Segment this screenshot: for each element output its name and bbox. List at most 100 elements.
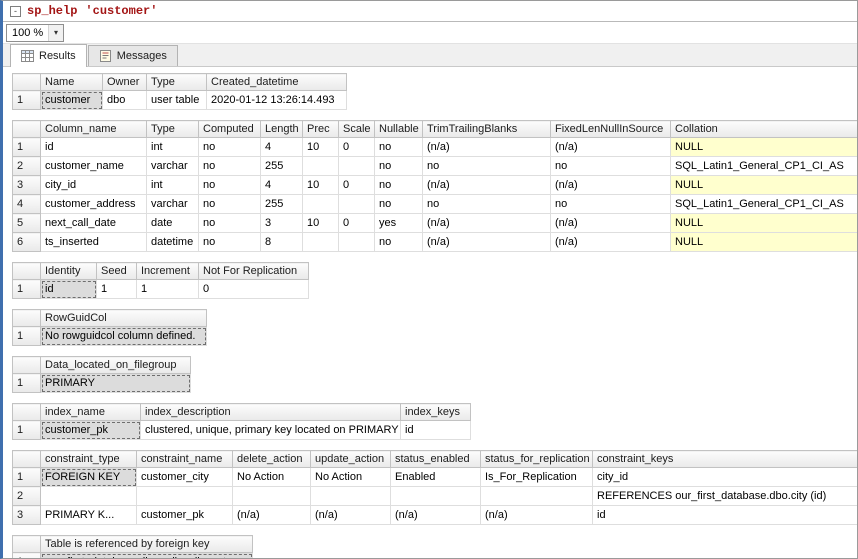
grid-cell[interactable]: Is_For_Replication [481, 468, 593, 487]
row-number[interactable]: 1 [13, 553, 41, 559]
grid-cell[interactable]: int [147, 138, 199, 157]
grid-cell[interactable]: id [41, 280, 97, 299]
column-header[interactable]: status_enabled [391, 451, 481, 468]
grid-cell[interactable]: (n/a) [423, 233, 551, 252]
grid-cell[interactable] [391, 487, 481, 506]
column-header[interactable]: index_name [41, 404, 141, 421]
column-header[interactable]: Created_datetime [207, 74, 347, 91]
column-header[interactable]: update_action [311, 451, 391, 468]
grid-cell[interactable]: city_id [41, 176, 147, 195]
grid-cell[interactable]: 0 [339, 214, 375, 233]
column-header[interactable]: status_for_replication [481, 451, 593, 468]
grid-cell[interactable]: PRIMARY K... [41, 506, 137, 525]
column-header[interactable]: index_description [141, 404, 401, 421]
grid-cell[interactable]: 10 [303, 176, 339, 195]
grid-cell[interactable]: id [41, 138, 147, 157]
grid-cell[interactable]: yes [375, 214, 423, 233]
row-number[interactable]: 4 [13, 195, 41, 214]
column-header[interactable]: constraint_keys [593, 451, 858, 468]
column-header[interactable]: Length [261, 121, 303, 138]
grid-cell[interactable]: datetime [147, 233, 199, 252]
row-number[interactable]: 5 [13, 214, 41, 233]
grid-cell[interactable]: no [375, 176, 423, 195]
code-fold-toggle[interactable]: - [10, 6, 21, 17]
column-header[interactable]: Prec [303, 121, 339, 138]
column-header[interactable]: Identity [41, 263, 97, 280]
zoom-select[interactable]: 100 % ▾ [6, 24, 64, 42]
grid-cell[interactable]: (n/a) [423, 214, 551, 233]
grid-cell[interactable]: 4 [261, 176, 303, 195]
grid-cell[interactable] [311, 487, 391, 506]
grid-cell[interactable] [481, 487, 593, 506]
grid-cell[interactable]: No Action [311, 468, 391, 487]
grid-cell[interactable]: id [401, 421, 471, 440]
column-header[interactable]: index_keys [401, 404, 471, 421]
grid-cell[interactable]: no [551, 157, 671, 176]
column-header[interactable]: Collation [671, 121, 858, 138]
grid-cell[interactable]: customer_city [137, 468, 233, 487]
grid-cell[interactable]: no [199, 214, 261, 233]
grid-cell[interactable]: 3 [261, 214, 303, 233]
grid-cell[interactable]: 0 [199, 280, 309, 299]
grid-cell[interactable] [303, 195, 339, 214]
row-number[interactable]: 3 [13, 176, 41, 195]
grid-corner[interactable] [13, 263, 41, 280]
grid-corner[interactable] [13, 310, 41, 327]
grid-cell[interactable]: varchar [147, 157, 199, 176]
grid-cell[interactable] [339, 233, 375, 252]
column-header[interactable]: Seed [97, 263, 137, 280]
row-number[interactable]: 1 [13, 421, 41, 440]
grid-cell[interactable]: (n/a) [551, 214, 671, 233]
grid-cell[interactable]: PRIMARY [41, 374, 191, 393]
grid-cell[interactable]: 10 [303, 138, 339, 157]
grid-cell[interactable]: (n/a) [551, 233, 671, 252]
grid-cell[interactable] [41, 487, 137, 506]
column-header[interactable]: Computed [199, 121, 261, 138]
column-header[interactable]: Type [147, 74, 207, 91]
grid-cell[interactable]: customer_name [41, 157, 147, 176]
grid-cell[interactable]: (n/a) [423, 176, 551, 195]
grid-cell[interactable]: ts_inserted [41, 233, 147, 252]
column-header[interactable]: TrimTrailingBlanks [423, 121, 551, 138]
grid-cell[interactable]: next_call_date [41, 214, 147, 233]
grid-corner[interactable] [13, 451, 41, 468]
column-header[interactable]: constraint_name [137, 451, 233, 468]
row-number[interactable]: 6 [13, 233, 41, 252]
column-header[interactable]: Column_name [41, 121, 147, 138]
column-header[interactable]: Name [41, 74, 103, 91]
grid-cell[interactable]: (n/a) [233, 506, 311, 525]
grid-cell[interactable]: SQL_Latin1_General_CP1_CI_AS [671, 157, 858, 176]
grid-cell[interactable]: city_id [593, 468, 858, 487]
grid-cell[interactable]: no [199, 195, 261, 214]
grid-cell[interactable]: (n/a) [551, 176, 671, 195]
column-header[interactable]: constraint_type [41, 451, 137, 468]
column-header[interactable]: Scale [339, 121, 375, 138]
grid-cell[interactable]: FOREIGN KEY [41, 468, 137, 487]
grid-cell[interactable]: NULL [671, 138, 858, 157]
grid-corner[interactable] [13, 74, 41, 91]
row-number[interactable]: 2 [13, 157, 41, 176]
grid-cell[interactable]: int [147, 176, 199, 195]
column-header[interactable]: FixedLenNullInSource [551, 121, 671, 138]
grid-cell[interactable]: varchar [147, 195, 199, 214]
grid-cell[interactable] [303, 157, 339, 176]
grid-cell[interactable]: no [199, 176, 261, 195]
grid-cell[interactable]: NULL [671, 214, 858, 233]
grid-cell[interactable]: no [375, 195, 423, 214]
row-number[interactable]: 1 [13, 138, 41, 157]
grid-cell[interactable]: customer_address [41, 195, 147, 214]
column-header[interactable]: Data_located_on_filegroup [41, 357, 191, 374]
grid-cell[interactable] [339, 157, 375, 176]
grid-cell[interactable]: no [199, 138, 261, 157]
grid-cell[interactable]: 0 [339, 138, 375, 157]
grid-corner[interactable] [13, 536, 41, 553]
column-header[interactable]: delete_action [233, 451, 311, 468]
grid-cell[interactable] [233, 487, 311, 506]
grid-cell[interactable]: our_first_database.dbo.call: call_custom… [41, 553, 253, 559]
tab-results[interactable]: Results [10, 44, 87, 67]
grid-cell[interactable] [303, 233, 339, 252]
grid-cell[interactable]: No Action [233, 468, 311, 487]
grid-cell[interactable]: 10 [303, 214, 339, 233]
grid-cell[interactable]: Enabled [391, 468, 481, 487]
grid-cell[interactable] [339, 195, 375, 214]
